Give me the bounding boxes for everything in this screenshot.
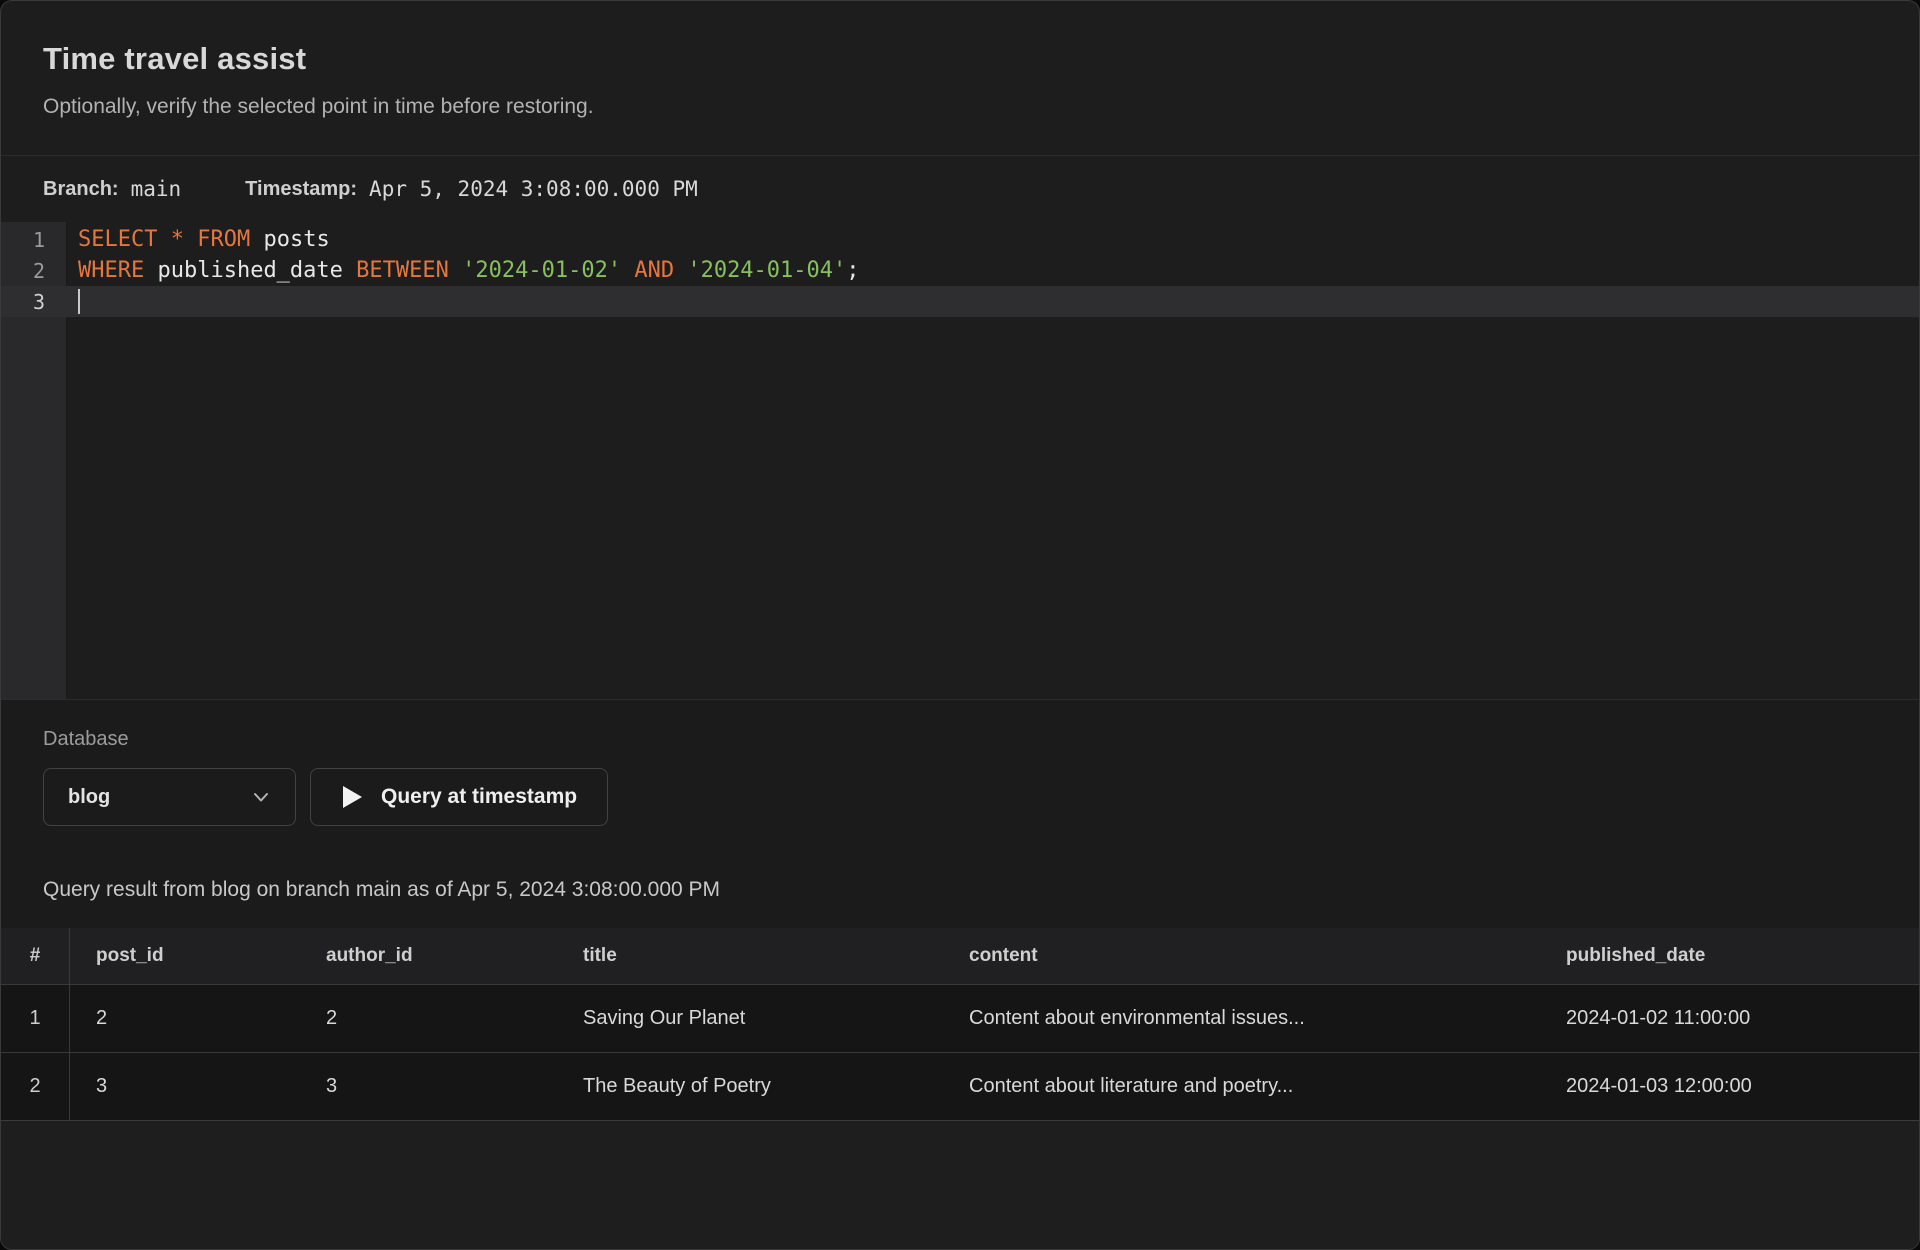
- line-number: 2: [1, 259, 67, 283]
- table-cell: Content about literature and poetry...: [943, 1075, 1540, 1098]
- table-cell: 2024-01-02 11:00:00: [1540, 1007, 1919, 1030]
- play-icon: [341, 785, 363, 809]
- column-header: author_id: [300, 945, 557, 967]
- page-title: Time travel assist: [43, 37, 1877, 81]
- table-cell: 3: [300, 1075, 557, 1098]
- time-travel-assist-modal: Time travel assist Optionally, verify th…: [0, 0, 1920, 1250]
- editor-line[interactable]: 1 SELECT * FROM posts: [1, 224, 1919, 255]
- branch-timestamp-bar: Branch: main Timestamp: Apr 5, 2024 3:08…: [1, 155, 1919, 222]
- column-header: title: [557, 945, 943, 967]
- table-cell: The Beauty of Poetry: [557, 1075, 943, 1098]
- branch-label: Branch:: [43, 178, 119, 201]
- table-header-row: #post_idauthor_idtitlecontentpublished_d…: [1, 928, 1919, 984]
- table-footer-filler: [1, 1121, 1919, 1249]
- table-cell: Saving Our Planet: [557, 1007, 943, 1030]
- table-cell: 3: [70, 1075, 300, 1098]
- query-panel: Database blog Query at timestamp Query r…: [1, 699, 1919, 1249]
- code-text: SELECT * FROM posts: [78, 227, 330, 252]
- branch-value: main: [131, 177, 182, 201]
- code-text: WHERE published_date BETWEEN '2024-01-02…: [78, 258, 860, 283]
- column-header: post_id: [70, 945, 300, 967]
- line-number: 1: [1, 228, 67, 252]
- page-subtitle: Optionally, verify the selected point in…: [43, 93, 1877, 121]
- table-cell: Content about environmental issues...: [943, 1007, 1540, 1030]
- table-cell: 2: [300, 1007, 557, 1030]
- editor-line[interactable]: 2 WHERE published_date BETWEEN '2024-01-0…: [1, 255, 1919, 286]
- table-cell: 1: [1, 985, 70, 1052]
- line-number: 3: [1, 290, 67, 314]
- query-at-timestamp-button[interactable]: Query at timestamp: [310, 768, 608, 826]
- database-selected-value: blog: [68, 786, 110, 809]
- editor-lines: 1 SELECT * FROM posts 2 WHERE published_dat…: [1, 222, 1919, 317]
- run-button-label: Query at timestamp: [381, 785, 577, 809]
- editor-line[interactable]: 3: [1, 286, 1919, 317]
- timestamp-label: Timestamp:: [245, 178, 357, 201]
- text-cursor-icon: [78, 289, 80, 314]
- column-header: #: [1, 928, 70, 984]
- timestamp-value: Apr 5, 2024 3:08:00.000 PM: [369, 177, 698, 201]
- code-text: [78, 289, 80, 314]
- query-controls: blog Query at timestamp: [43, 768, 1877, 826]
- table-cell: 2: [70, 1007, 300, 1030]
- modal-header: Time travel assist Optionally, verify th…: [1, 1, 1919, 155]
- table-body: 122Saving Our PlanetContent about enviro…: [1, 984, 1919, 1121]
- column-header: published_date: [1540, 945, 1919, 967]
- table-cell: 2: [1, 1053, 70, 1120]
- database-select[interactable]: blog: [43, 768, 296, 826]
- table-row[interactable]: 122Saving Our PlanetContent about enviro…: [1, 984, 1919, 1052]
- branch-group: Branch: main: [43, 177, 181, 201]
- chevron-down-icon: [251, 787, 271, 807]
- sql-editor[interactable]: 1 SELECT * FROM posts 2 WHERE published_dat…: [1, 222, 1919, 699]
- result-table: #post_idauthor_idtitlecontentpublished_d…: [1, 928, 1919, 1121]
- database-label: Database: [43, 726, 1877, 752]
- column-header: content: [943, 945, 1540, 967]
- table-cell: 2024-01-03 12:00:00: [1540, 1075, 1919, 1098]
- table-row[interactable]: 233The Beauty of PoetryContent about lit…: [1, 1052, 1919, 1120]
- timestamp-group: Timestamp: Apr 5, 2024 3:08:00.000 PM: [245, 177, 698, 201]
- query-result-caption: Query result from blog on branch main as…: [43, 876, 1877, 904]
